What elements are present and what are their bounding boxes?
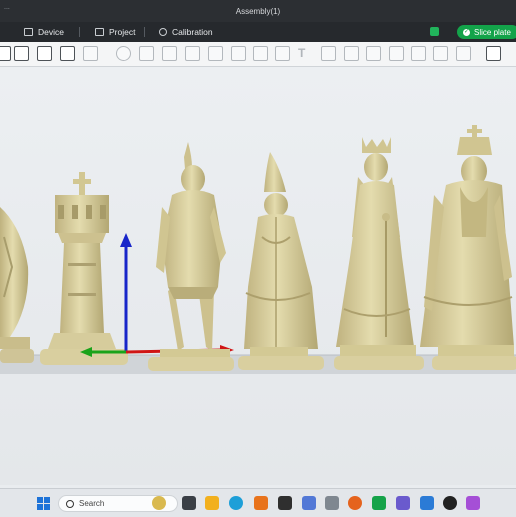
taskbar: Search [0,488,516,517]
calc-icon[interactable] [302,496,316,510]
fusion-icon[interactable] [254,496,268,510]
paint-icon[interactable] [420,496,434,510]
move-icon[interactable] [116,46,131,61]
assembly-icon[interactable] [344,46,359,61]
arrange-icon[interactable] [60,46,75,61]
nav-divider [79,27,80,37]
orca-icon[interactable] [372,496,386,510]
cut-icon[interactable] [208,46,223,61]
video-icon[interactable] [443,496,457,510]
rotate-icon[interactable] [139,46,154,61]
photos-icon[interactable] [466,496,480,510]
search-label: Search [79,499,105,508]
tab-device-label: Device [38,27,64,37]
title-bar-left-text: ... [4,4,10,11]
boolean-icon[interactable] [366,46,381,61]
chess-icon[interactable] [278,496,292,510]
variable-layer-icon[interactable] [389,46,404,61]
tab-calibration-label: Calibration [172,27,213,37]
start-button[interactable] [37,497,50,510]
knight-piece[interactable] [148,142,234,371]
device-icon [24,28,33,36]
scene-canvas [0,125,516,374]
calibration-icon [159,28,167,36]
king-piece[interactable] [420,125,516,370]
firefox-icon[interactable] [348,496,362,510]
3d-viewport[interactable] [0,67,516,485]
toolbar: T [0,42,516,67]
queen-piece[interactable] [334,137,424,370]
calculator-icon[interactable] [325,496,339,510]
add-icon[interactable] [0,46,11,61]
tab-project[interactable]: Project [95,22,135,42]
nav-bar: Device Project Calibration ✓ Slice plate [0,22,516,42]
support-paint-icon[interactable] [253,46,268,61]
task-view-icon[interactable] [182,496,196,510]
scale-icon[interactable] [162,46,177,61]
text-icon[interactable]: T [298,46,305,60]
add-plate-icon[interactable] [14,46,29,61]
3d-icon[interactable] [396,496,410,510]
edge-icon[interactable] [229,496,243,510]
z-axis-arrow [120,233,132,247]
lay-on-face-icon[interactable] [185,46,200,61]
piece-left-partial[interactable] [0,207,34,363]
window-title: Assembly(1) [235,6,281,16]
split-icon[interactable] [231,46,246,61]
explode-icon[interactable] [456,46,471,61]
slice-plate-label: Slice plate [474,27,511,37]
layers-icon[interactable] [83,46,98,61]
view-options-icon[interactable] [486,46,501,61]
slice-plate-button[interactable]: ✓ Slice plate [457,25,516,39]
rook-piece[interactable] [40,172,128,365]
explorer-icon[interactable] [205,496,219,510]
tab-project-label: Project [109,27,136,37]
measure-icon[interactable] [321,46,336,61]
slice-icon: ✓ [463,28,470,36]
widget-icon[interactable] [152,496,166,510]
search-icon [66,499,74,508]
title-bar: ... Assembly(1) [0,0,516,22]
seam-paint-icon[interactable] [275,46,290,61]
tab-calibration[interactable]: Calibration [159,22,213,42]
pen-icon[interactable] [433,46,448,61]
project-icon [95,28,104,36]
nav-divider [144,27,145,37]
tab-device[interactable]: Device [24,22,64,42]
sync-status-icon[interactable] [430,27,439,36]
color-paint-icon[interactable] [411,46,426,61]
bishop-piece[interactable] [238,152,324,370]
orient-icon[interactable] [37,46,52,61]
